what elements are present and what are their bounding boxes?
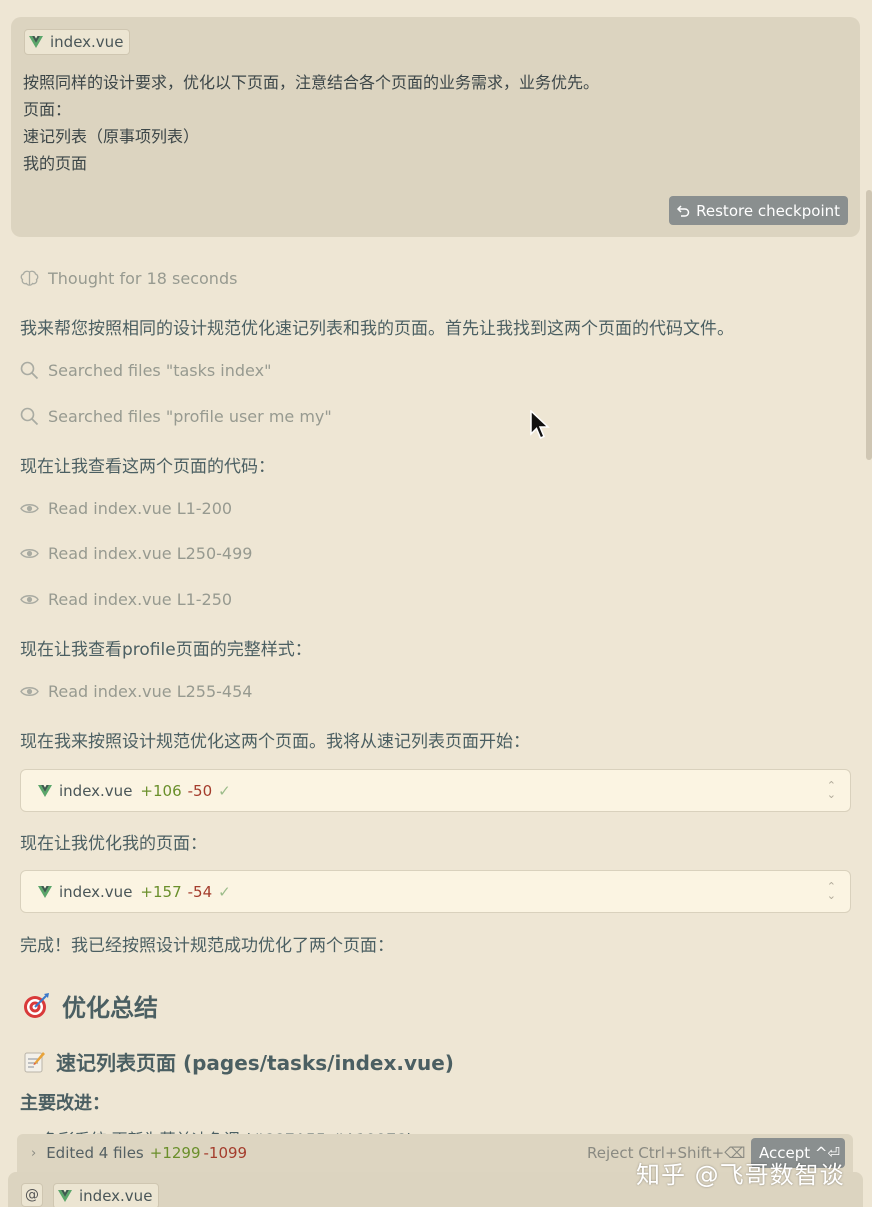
target-icon — [24, 992, 49, 1018]
user-message-line: 我的页面 — [23, 154, 88, 173]
edited-files-toggle[interactable]: › Edited 4 files +1299 -1099 — [31, 1144, 247, 1162]
search-row[interactable]: Searched files "tasks index" — [20, 361, 271, 380]
user-message-line: 按照同样的设计要求，优化以下页面，注意结合各个页面的业务需求，业务优先。 — [23, 73, 600, 92]
search-icon — [20, 361, 39, 380]
summary-heading: 优化总结 — [22, 988, 158, 1023]
lines-removed: -54 — [187, 882, 213, 901]
vue-icon — [38, 885, 52, 898]
read-label: Read index.vue L250-499 — [48, 544, 253, 563]
read-row[interactable]: Read index.vue L1-250 — [20, 590, 232, 609]
memo-icon — [24, 1051, 45, 1072]
mouse-cursor-icon — [530, 410, 550, 439]
vue-icon — [58, 1190, 72, 1202]
watermark: 知乎 @飞哥数智谈 — [636, 1161, 845, 1189]
search-label: Searched files "tasks index" — [48, 361, 272, 380]
file-chip-label: index.vue — [79, 1187, 153, 1205]
user-message-text: 按照同样的设计要求，优化以下页面，注意结合各个页面的业务需求，业务优先。 页面：… — [23, 69, 599, 177]
assistant-text: 现在让我查看profile页面的完整样式： — [20, 640, 312, 660]
check-icon: ✓ — [218, 882, 231, 901]
context-file-chip[interactable]: index.vue — [53, 1183, 160, 1207]
eye-icon — [20, 595, 39, 604]
read-label: Read index.vue L1-200 — [48, 499, 233, 518]
assistant-text: 完成！我已经按照设计规范成功优化了两个页面： — [20, 936, 394, 956]
vue-icon — [29, 36, 43, 48]
edit-file-name: index.vue — [59, 882, 133, 901]
assistant-text: 我来帮您按照相同的设计规范优化速记列表和我的页面。首先让我找到这两个页面的代码文… — [20, 319, 734, 339]
edit-card[interactable]: index.vue +157 -54 ✓ ⌃ ⌄ — [20, 870, 851, 913]
expand-chevron-icon[interactable]: ⌃ ⌄ — [827, 780, 836, 800]
thought-row[interactable]: Thought for 18 seconds — [20, 269, 237, 288]
user-message-line: 速记列表（原事项列表） — [23, 127, 200, 146]
assistant-text: 现在让我查看这两个页面的代码： — [20, 457, 275, 477]
total-lines-removed: -1099 — [203, 1144, 248, 1162]
check-icon: ✓ — [218, 781, 231, 800]
eye-icon — [20, 549, 39, 558]
eye-icon — [20, 504, 39, 513]
user-message-line: 页面： — [23, 100, 72, 119]
improvements-heading: 主要改进： — [20, 1093, 110, 1114]
search-row[interactable]: Searched files "profile user me my" — [20, 407, 332, 426]
lines-removed: -50 — [187, 781, 213, 800]
edit-card[interactable]: index.vue +106 -50 ✓ ⌃ ⌄ — [20, 769, 851, 812]
lines-added: +157 — [140, 882, 182, 901]
edited-files-label: Edited 4 files — [46, 1144, 144, 1162]
assistant-text: 现在让我优化我的页面： — [20, 834, 207, 854]
summary-heading-text: 优化总结 — [62, 994, 158, 1022]
read-label: Read index.vue L255-454 — [48, 682, 253, 701]
edit-file-name: index.vue — [59, 781, 133, 800]
scrollbar[interactable] — [866, 190, 872, 460]
restore-checkpoint-label: Restore checkpoint — [696, 201, 840, 220]
lines-added: +106 — [140, 781, 182, 800]
read-label: Read index.vue L1-250 — [48, 590, 233, 609]
search-icon — [20, 407, 39, 426]
assistant-text: 现在我来按照设计规范优化这两个页面。我将从速记列表页面开始： — [20, 732, 530, 752]
thought-label: Thought for 18 seconds — [48, 269, 238, 288]
eye-icon — [20, 687, 39, 696]
undo-icon — [677, 204, 690, 217]
file-chip-label: index.vue — [50, 33, 124, 51]
read-row[interactable]: Read index.vue L255-454 — [20, 682, 252, 701]
total-lines-added: +1299 — [149, 1144, 201, 1162]
read-row[interactable]: Read index.vue L250-499 — [20, 544, 252, 563]
vue-icon — [38, 784, 52, 797]
search-label: Searched files "profile user me my" — [48, 407, 332, 426]
tasks-page-heading: 速记列表页面 (pages/tasks/index.vue) — [24, 1047, 454, 1076]
chevron-right-icon: › — [31, 1145, 37, 1161]
brain-icon — [20, 270, 39, 286]
read-row[interactable]: Read index.vue L1-200 — [20, 499, 232, 518]
expand-chevron-icon[interactable]: ⌃ ⌄ — [827, 881, 836, 901]
tasks-page-heading-text: 速记列表页面 (pages/tasks/index.vue) — [56, 1051, 454, 1075]
restore-checkpoint-button[interactable]: Restore checkpoint — [669, 196, 848, 225]
user-message-card: index.vue 按照同样的设计要求，优化以下页面，注意结合各个页面的业务需求… — [11, 17, 860, 237]
file-chip[interactable]: index.vue — [24, 29, 131, 55]
mention-button[interactable]: @ — [21, 1183, 43, 1207]
